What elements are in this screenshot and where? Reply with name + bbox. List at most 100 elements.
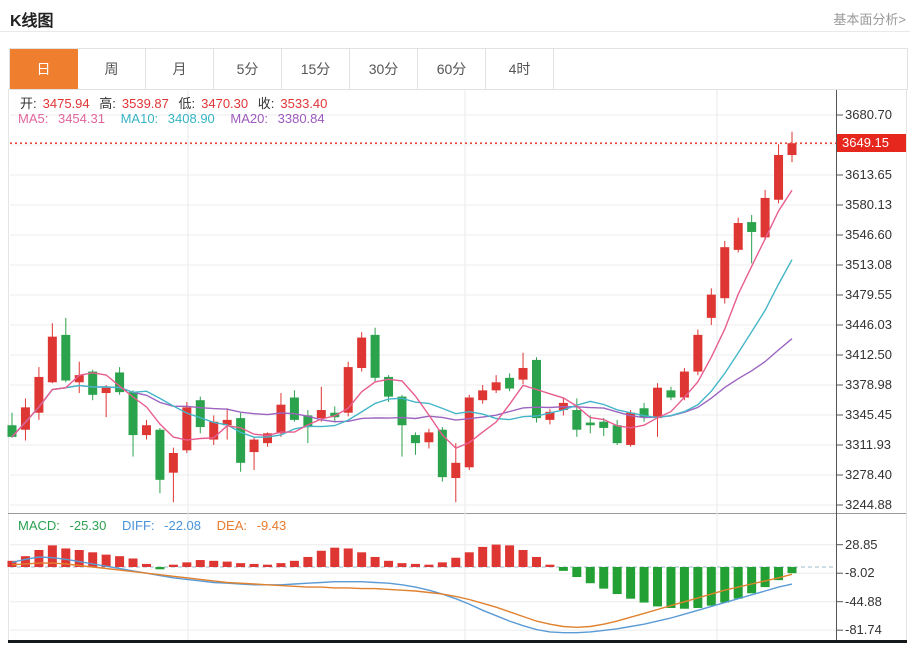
candle[interactable] xyxy=(734,223,743,250)
tab-60min[interactable]: 60分 xyxy=(418,49,486,89)
macd-bar[interactable] xyxy=(519,550,528,567)
macd-bar[interactable] xyxy=(357,552,366,567)
candle[interactable] xyxy=(788,143,797,155)
candle[interactable] xyxy=(236,418,245,463)
macd-bar[interactable] xyxy=(155,567,164,569)
macd-bar[interactable] xyxy=(236,563,245,567)
candle[interactable] xyxy=(424,432,433,442)
candle[interactable] xyxy=(438,430,447,477)
tab-week[interactable]: 周 xyxy=(78,49,146,89)
candle[interactable] xyxy=(169,453,178,473)
macd-bar[interactable] xyxy=(626,567,635,599)
tab-30min[interactable]: 30分 xyxy=(350,49,418,89)
macd-bar[interactable] xyxy=(34,550,43,567)
candle[interactable] xyxy=(276,405,285,434)
macd-bar[interactable] xyxy=(747,567,756,593)
macd-bar[interactable] xyxy=(438,562,447,567)
macd-bar[interactable] xyxy=(263,565,272,567)
candle[interactable] xyxy=(707,295,716,318)
macd-bar[interactable] xyxy=(666,567,675,608)
candle[interactable] xyxy=(88,372,97,395)
candle[interactable] xyxy=(8,425,17,437)
tab-15min[interactable]: 15分 xyxy=(282,49,350,89)
macd-bar[interactable] xyxy=(250,564,259,567)
candle[interactable] xyxy=(317,410,326,418)
candle[interactable] xyxy=(747,222,756,232)
candle[interactable] xyxy=(102,388,111,393)
macd-bar[interactable] xyxy=(707,567,716,606)
tab-4hour[interactable]: 4时 xyxy=(486,49,554,89)
candle[interactable] xyxy=(586,423,595,426)
candle[interactable] xyxy=(519,368,528,380)
candle[interactable] xyxy=(451,463,460,478)
macd-bar[interactable] xyxy=(653,567,662,606)
macd-bar[interactable] xyxy=(115,556,124,567)
candle[interactable] xyxy=(142,425,151,435)
candle[interactable] xyxy=(48,337,57,383)
macd-bar[interactable] xyxy=(492,545,501,567)
macd-bar[interactable] xyxy=(572,567,581,577)
macd-bar[interactable] xyxy=(21,556,30,567)
fundamental-analysis-link[interactable]: 基本面分析> xyxy=(833,9,906,28)
candle[interactable] xyxy=(478,390,487,400)
macd-bar[interactable] xyxy=(142,564,151,567)
candle[interactable] xyxy=(155,430,164,480)
macd-bar[interactable] xyxy=(344,548,353,567)
tab-month[interactable]: 月 xyxy=(146,49,214,89)
macd-bar[interactable] xyxy=(223,562,232,567)
macd-bar[interactable] xyxy=(209,561,218,567)
macd-bar[interactable] xyxy=(182,562,191,567)
macd-bar[interactable] xyxy=(196,560,205,567)
macd-bar[interactable] xyxy=(330,548,339,567)
macd-bar[interactable] xyxy=(384,561,393,567)
macd-bar[interactable] xyxy=(505,545,514,567)
macd-bar[interactable] xyxy=(451,558,460,567)
candle[interactable] xyxy=(720,247,729,298)
candle[interactable] xyxy=(290,398,299,420)
candle[interactable] xyxy=(774,155,783,200)
macd-bar[interactable] xyxy=(411,564,420,567)
macd-bar[interactable] xyxy=(424,565,433,567)
macd-bar[interactable] xyxy=(640,567,649,603)
candle[interactable] xyxy=(693,335,702,372)
candle[interactable] xyxy=(626,413,635,445)
macd-bar[interactable] xyxy=(317,551,326,567)
macd-bar[interactable] xyxy=(478,547,487,567)
macd-bar[interactable] xyxy=(465,552,474,567)
macd-bar[interactable] xyxy=(169,565,178,567)
candle[interactable] xyxy=(465,398,474,468)
candle[interactable] xyxy=(492,382,501,390)
candle[interactable] xyxy=(613,425,622,443)
tab-day[interactable]: 日 xyxy=(10,49,78,89)
macd-bar[interactable] xyxy=(586,567,595,583)
candle[interactable] xyxy=(344,367,353,413)
candle[interactable] xyxy=(398,397,407,426)
macd-bar[interactable] xyxy=(129,558,138,567)
macd-bar[interactable] xyxy=(532,557,541,567)
macd-bar[interactable] xyxy=(371,557,380,567)
macd-bar[interactable] xyxy=(290,561,299,567)
macd-bar[interactable] xyxy=(276,563,285,567)
macd-bar[interactable] xyxy=(599,567,608,589)
candle[interactable] xyxy=(371,335,380,378)
candle[interactable] xyxy=(196,400,205,427)
macd-bar[interactable] xyxy=(398,563,407,567)
macd-bar[interactable] xyxy=(545,565,554,567)
macd-bar[interactable] xyxy=(303,557,312,567)
macd-bar[interactable] xyxy=(788,567,797,573)
candle[interactable] xyxy=(411,435,420,443)
macd-bar[interactable] xyxy=(734,567,743,599)
tab-5min[interactable]: 5分 xyxy=(214,49,282,89)
candle[interactable] xyxy=(505,378,514,389)
candle[interactable] xyxy=(599,422,608,428)
macd-bar[interactable] xyxy=(613,567,622,594)
candle[interactable] xyxy=(357,338,366,368)
candle[interactable] xyxy=(61,335,70,381)
candle[interactable] xyxy=(666,390,675,397)
macd-bar[interactable] xyxy=(693,567,702,608)
candle[interactable] xyxy=(572,410,581,430)
macd-bar[interactable] xyxy=(761,567,770,587)
macd-bar[interactable] xyxy=(720,567,729,603)
candle[interactable] xyxy=(653,388,662,418)
candle[interactable] xyxy=(250,440,259,453)
